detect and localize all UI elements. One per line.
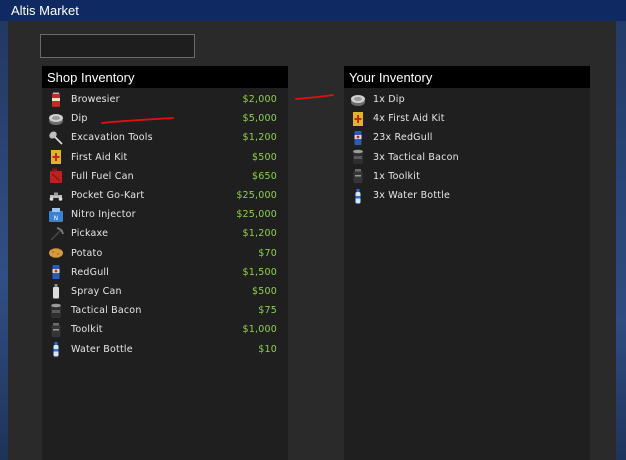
inventory-item[interactable]: 23x RedGull (344, 128, 590, 147)
shop-item-price: $75 (258, 305, 277, 317)
shop-item[interactable]: Excavation Tools $1,200 (42, 128, 288, 147)
search-input[interactable] (40, 34, 195, 58)
inventory-item-name: 1x Dip (373, 94, 405, 106)
shop-item-price: $5,000 (242, 113, 277, 125)
shovel-icon (48, 130, 64, 146)
toolkit-icon (350, 168, 366, 184)
your-inventory-title: Your Inventory (344, 66, 590, 88)
shop-item-name: Tactical Bacon (71, 305, 142, 317)
shop-item-name: Toolkit (71, 324, 103, 336)
shop-item-name: Excavation Tools (71, 132, 153, 144)
shop-item-price: $1,000 (242, 324, 277, 336)
potato-icon (48, 245, 64, 261)
shop-item-price: $25,000 (236, 209, 277, 221)
shop-item[interactable]: Water Bottle $10 (42, 339, 288, 358)
energy-drink-icon (350, 130, 366, 146)
shop-item-name: Pocket Go-Kart (71, 190, 145, 202)
shop-item-name: RedGull (71, 266, 110, 278)
toolkit-icon (48, 322, 64, 338)
shop-item[interactable]: Full Fuel Can $650 (42, 167, 288, 186)
inventory-item[interactable]: 1x Dip (344, 90, 590, 109)
shop-item-name: Pickaxe (71, 228, 109, 240)
shop-item-name: Full Fuel Can (71, 170, 134, 182)
nitro-injector-icon: N (48, 207, 64, 223)
shop-item[interactable]: RedGull $1,500 (42, 263, 288, 282)
water-bottle-icon (48, 341, 64, 357)
tactical-bacon-icon (350, 149, 366, 165)
shop-item-price: $10 (258, 343, 277, 355)
pickaxe-icon (48, 226, 64, 242)
spray-can-icon (48, 283, 64, 299)
shop-item[interactable]: Spray Can $500 (42, 282, 288, 301)
shop-item-name: First Aid Kit (71, 151, 128, 163)
tactical-bacon-icon (48, 303, 64, 319)
first-aid-kit-icon (48, 149, 64, 165)
shop-item-list: Browesier $2,000 Dip $5,000 Excavation Too… (42, 88, 288, 359)
inventory-item[interactable]: 3x Tactical Bacon (344, 148, 590, 167)
shop-item-name: Browesier (71, 94, 120, 106)
shop-item[interactable]: First Aid Kit $500 (42, 148, 288, 167)
inventory-item[interactable]: 4x First Aid Kit (344, 109, 590, 128)
inventory-item-name: 3x Tactical Bacon (373, 151, 459, 163)
shop-item[interactable]: Pocket Go-Kart $25,000 (42, 186, 288, 205)
shop-item-name: Nitro Injector (71, 209, 136, 221)
shop-item-price: $1,200 (242, 228, 277, 240)
shop-item[interactable]: Dip $5,000 (42, 109, 288, 128)
dip-tin-icon (48, 111, 64, 127)
shop-item-name: Spray Can (71, 285, 122, 297)
shop-inventory-title: Shop Inventory (42, 66, 288, 88)
shop-item-price: $500 (252, 285, 277, 297)
shop-inventory-panel: Shop Inventory Browesier $2,000 Dip $5,000… (42, 66, 288, 460)
shop-item[interactable]: N Nitro Injector $25,000 (42, 205, 288, 224)
soda-can-icon (48, 92, 64, 108)
shop-item-price: $2,000 (242, 94, 277, 106)
dip-tin-icon (350, 92, 366, 108)
inventory-item-name: 4x First Aid Kit (373, 113, 445, 125)
svg-text:N: N (54, 215, 59, 222)
shop-item[interactable]: Browesier $2,000 (42, 90, 288, 109)
background-left-edge (0, 0, 8, 460)
shop-item-name: Water Bottle (71, 343, 133, 355)
first-aid-kit-icon (350, 111, 366, 127)
shop-item-price: $1,200 (242, 132, 277, 144)
go-kart-icon (48, 188, 64, 204)
your-inventory-panel: Your Inventory 1x Dip 4x First Aid Kit 2… (344, 66, 590, 460)
shop-item-price: $25,000 (236, 190, 277, 202)
inventory-item-name: 1x Toolkit (373, 170, 421, 182)
window-title: Altis Market (0, 0, 626, 21)
fuel-can-icon (48, 168, 64, 184)
inventory-item[interactable]: 1x Toolkit (344, 167, 590, 186)
shop-item[interactable]: Pickaxe $1,200 (42, 224, 288, 243)
shop-item-price: $70 (258, 247, 277, 259)
inventory-item-name: 23x RedGull (373, 132, 433, 144)
shop-item[interactable]: Tactical Bacon $75 (42, 301, 288, 320)
shop-item-price: $1,500 (242, 266, 277, 278)
inventory-item-list: 1x Dip 4x First Aid Kit 23x RedGull 3x T… (344, 88, 590, 205)
shop-item-name: Dip (71, 113, 88, 125)
energy-drink-icon (48, 264, 64, 280)
inventory-item-name: 3x Water Bottle (373, 190, 451, 202)
background-right-edge (616, 0, 626, 460)
shop-item[interactable]: Potato $70 (42, 244, 288, 263)
inventory-item[interactable]: 3x Water Bottle (344, 186, 590, 205)
water-bottle-icon (350, 188, 366, 204)
shop-item[interactable]: Toolkit $1,000 (42, 320, 288, 339)
shop-item-name: Potato (71, 247, 103, 259)
shop-item-price: $500 (252, 151, 277, 163)
shop-item-price: $650 (252, 170, 277, 182)
